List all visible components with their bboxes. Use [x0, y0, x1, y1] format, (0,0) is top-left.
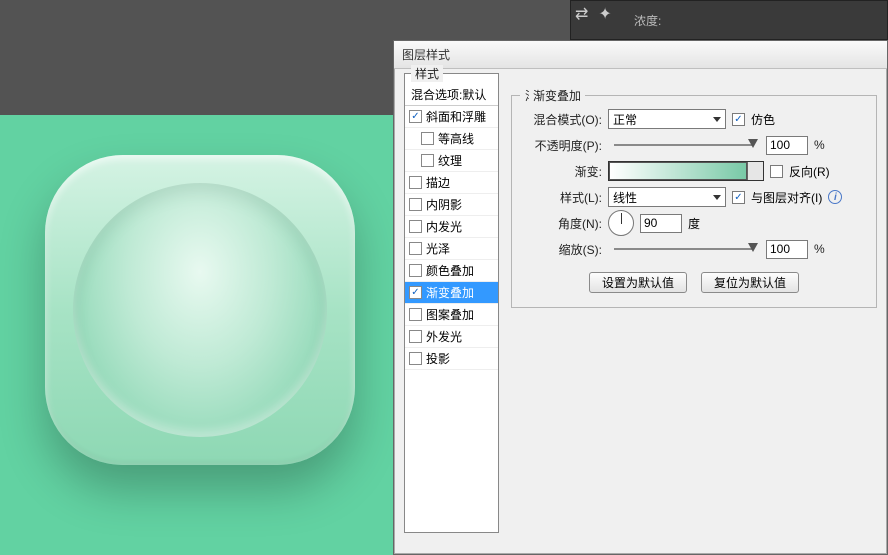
effect-label: 纹理: [438, 152, 462, 169]
align-label: 与图层对齐(I): [751, 189, 822, 206]
effect-checkbox[interactable]: [409, 242, 422, 255]
angle-label: 角度(N):: [524, 215, 602, 232]
effect-checkbox[interactable]: [421, 132, 434, 145]
effect-checkbox[interactable]: [409, 198, 422, 211]
info-icon[interactable]: i: [828, 190, 842, 204]
blend-options-label: 混合选项:默认: [411, 86, 486, 103]
effect-label: 内阴影: [426, 196, 462, 213]
effect-checkbox[interactable]: [409, 110, 422, 123]
icon-artwork: [45, 155, 355, 465]
tool-icon[interactable]: ⇄: [575, 4, 588, 24]
style-value: 线性: [613, 189, 637, 206]
effect-label: 内发光: [426, 218, 462, 235]
style-effect-row[interactable]: 图案叠加: [405, 304, 498, 326]
effect-checkbox[interactable]: [421, 154, 434, 167]
effect-label: 渐变叠加: [426, 284, 474, 301]
effect-label: 斜面和浮雕: [426, 108, 486, 125]
gradient-preview: [609, 162, 747, 180]
dither-checkbox[interactable]: [732, 113, 745, 126]
style-effect-row[interactable]: 纹理: [405, 150, 498, 172]
style-effect-row[interactable]: 投影: [405, 348, 498, 370]
tool-icon[interactable]: ✦: [598, 4, 611, 24]
chevron-down-icon: [713, 195, 721, 200]
group-title: 渐变叠加: [529, 87, 585, 104]
effect-label: 描边: [426, 174, 450, 191]
style-effect-row[interactable]: 渐变叠加: [405, 282, 498, 304]
scale-input[interactable]: [766, 240, 808, 259]
tool-icon-cluster: ⇄ ✦: [575, 4, 612, 24]
opacity-slider[interactable]: [614, 137, 754, 153]
density-label: 浓度:: [634, 12, 661, 29]
scale-slider[interactable]: [614, 241, 754, 257]
effect-label: 光泽: [426, 240, 450, 257]
style-effect-row[interactable]: 描边: [405, 172, 498, 194]
angle-unit: 度: [688, 215, 700, 232]
scale-label: 缩放(S):: [524, 241, 602, 258]
reverse-label: 反向(R): [789, 163, 830, 180]
effect-label: 等高线: [438, 130, 474, 147]
chevron-down-icon: [713, 117, 721, 122]
style-effect-row[interactable]: 光泽: [405, 238, 498, 260]
gradient-overlay-group: 渐变叠加 渐变 混合模式(O): 正常 仿色 不透明度(P):: [511, 83, 877, 544]
dither-label: 仿色: [751, 111, 775, 128]
blend-mode-select[interactable]: 正常: [608, 109, 726, 129]
styles-heading: 样式: [411, 65, 443, 82]
style-effect-row[interactable]: 颜色叠加: [405, 260, 498, 282]
angle-input[interactable]: [640, 214, 682, 233]
opacity-label: 不透明度(P):: [524, 137, 602, 154]
gradient-dropdown-button[interactable]: [747, 162, 763, 180]
effect-checkbox[interactable]: [409, 352, 422, 365]
effect-checkbox[interactable]: [409, 176, 422, 189]
effect-label: 外发光: [426, 328, 462, 345]
styles-list-panel: 样式 混合选项:默认 斜面和浮雕等高线纹理描边内阴影内发光光泽颜色叠加渐变叠加图…: [404, 83, 499, 544]
effect-label: 投影: [426, 350, 450, 367]
style-select[interactable]: 线性: [608, 187, 726, 207]
effect-checkbox[interactable]: [409, 286, 422, 299]
canvas: [0, 115, 395, 555]
blend-options-row[interactable]: 混合选项:默认: [405, 84, 498, 106]
align-checkbox[interactable]: [732, 191, 745, 204]
gradient-picker[interactable]: [608, 161, 764, 181]
effect-checkbox[interactable]: [409, 308, 422, 321]
opacity-input[interactable]: [766, 136, 808, 155]
blend-mode-value: 正常: [613, 111, 637, 128]
style-label: 样式(L):: [524, 189, 602, 206]
angle-dial[interactable]: [608, 210, 634, 236]
effect-checkbox[interactable]: [409, 330, 422, 343]
style-effect-row[interactable]: 内发光: [405, 216, 498, 238]
dialog-titlebar[interactable]: 图层样式: [394, 41, 887, 69]
blend-mode-label: 混合模式(O):: [524, 111, 602, 128]
dialog-title: 图层样式: [402, 46, 450, 63]
app-options-bar: [570, 0, 888, 40]
style-effect-row[interactable]: 内阴影: [405, 194, 498, 216]
effect-checkbox[interactable]: [409, 220, 422, 233]
set-default-button[interactable]: 设置为默认值: [589, 272, 687, 293]
reset-default-button[interactable]: 复位为默认值: [701, 272, 799, 293]
style-effect-row[interactable]: 外发光: [405, 326, 498, 348]
effect-checkbox[interactable]: [409, 264, 422, 277]
pct-label: %: [814, 138, 825, 152]
layer-style-dialog: 图层样式 样式 混合选项:默认 斜面和浮雕等高线纹理描边内阴影内发光光泽颜色叠加…: [393, 40, 888, 555]
pct-label: %: [814, 242, 825, 256]
reverse-checkbox[interactable]: [770, 165, 783, 178]
style-effect-row[interactable]: 斜面和浮雕: [405, 106, 498, 128]
effect-label: 颜色叠加: [426, 262, 474, 279]
effect-label: 图案叠加: [426, 306, 474, 323]
style-effect-row[interactable]: 等高线: [405, 128, 498, 150]
gradient-label: 渐变:: [524, 163, 602, 180]
